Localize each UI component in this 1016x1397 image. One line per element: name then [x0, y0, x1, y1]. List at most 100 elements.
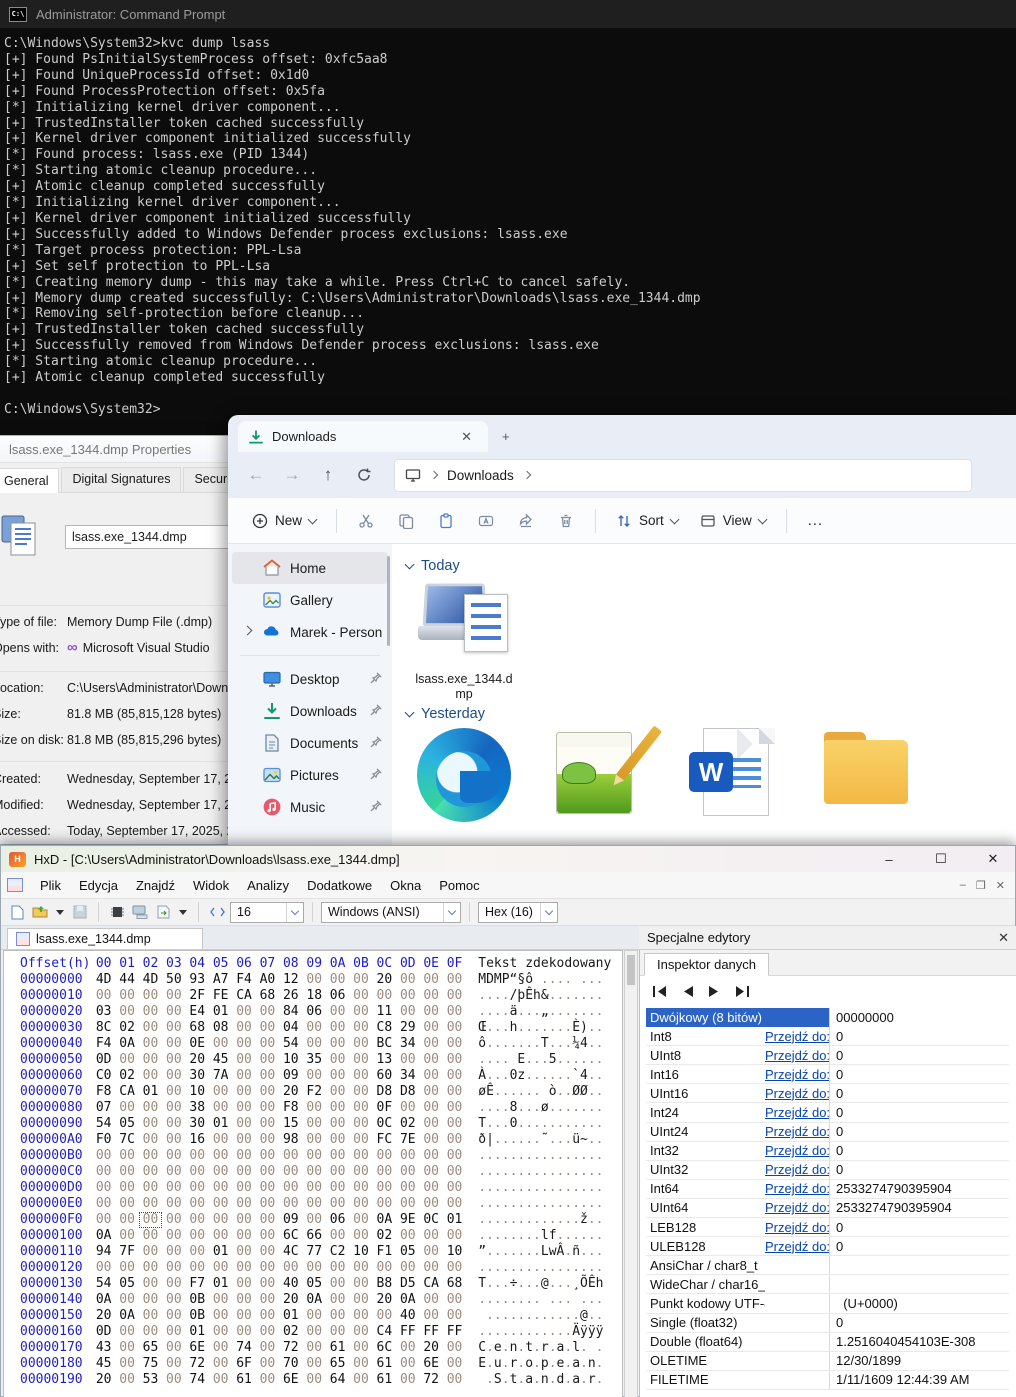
file-tile-lsass.exe_1344.dmp[interactable]: lsass.exe_1344.dmp	[410, 580, 518, 702]
mdi-restore-button[interactable]: ❐	[976, 879, 986, 892]
ram-button[interactable]	[107, 903, 127, 921]
hex-row[interactable]: 000001804500750072006F007000650061006E00…	[4, 1356, 622, 1372]
sidebar-item-pictures[interactable]: Pictures	[232, 759, 388, 791]
address-bar[interactable]: Downloads	[394, 459, 972, 492]
inspector-row-int16[interactable]: Int16Przejdź do:0	[646, 1065, 1009, 1084]
hex-row[interactable]: 000000308C0200006808000004000000C8290000…	[4, 1020, 622, 1036]
rename-button[interactable]	[467, 504, 505, 538]
file-tile[interactable]: W	[678, 728, 786, 822]
hex-row[interactable]: 0000012000000000000000000000000000000000…	[4, 1260, 622, 1276]
menu-item-widok[interactable]: Widok	[184, 874, 238, 897]
cut-button[interactable]	[347, 504, 385, 538]
inspector-row-single-float32-[interactable]: Single (float32)0	[646, 1314, 1009, 1333]
file-tile[interactable]	[812, 728, 920, 822]
inspector-row-uint32[interactable]: UInt32Przejdź do:0	[646, 1161, 1009, 1180]
new-tab-button[interactable]: +	[488, 421, 524, 452]
hex-row[interactable]: 000000C000000000000000000000000000000000…	[4, 1164, 622, 1180]
close-button[interactable]: ✕	[971, 851, 1015, 867]
hex-row[interactable]: 000001400A0000000B000000200A0000200A0000…	[4, 1292, 622, 1308]
inspector-row-int32[interactable]: Int32Przejdź do:0	[646, 1142, 1009, 1161]
menu-item-pomoc[interactable]: Pomoc	[430, 874, 488, 897]
export-button[interactable]	[153, 903, 173, 921]
tab-data-inspector[interactable]: Inspektor danych	[644, 953, 769, 976]
inspector-row-uint64[interactable]: UInt64Przejdź do:2533274790395904	[646, 1199, 1009, 1218]
menu-item-edycja[interactable]: Edycja	[70, 874, 127, 897]
open-file-button[interactable]	[30, 903, 50, 921]
group-header-yesterday[interactable]: Yesterday	[406, 706, 1016, 722]
inspector-row-leb128[interactable]: LEB128Przejdź do:0	[646, 1218, 1009, 1237]
mdi-minimize-button[interactable]: –	[960, 879, 966, 892]
inspector-row-uint16[interactable]: UInt16Przejdź do:0	[646, 1084, 1009, 1103]
hex-row[interactable]: 000000F00000000000000000090006000A9E0C01…	[4, 1212, 622, 1228]
goto-link[interactable]: Przejdź do:	[765, 1048, 829, 1063]
sort-button[interactable]: Sort	[606, 506, 688, 536]
goto-link[interactable]: Przejdź do:	[765, 1220, 829, 1235]
copy-button[interactable]	[387, 504, 425, 538]
sidebar-item-documents[interactable]: Documents	[232, 727, 388, 759]
goto-link[interactable]: Przejdź do:	[765, 1086, 829, 1101]
inspector-row-uleb128[interactable]: ULEB128Przejdź do:0	[646, 1237, 1009, 1256]
hex-row[interactable]: 000000D000000000000000000000000000000000…	[4, 1180, 622, 1196]
hex-row[interactable]: 000000A0F07C00001600000098000000FC7E0000…	[4, 1132, 622, 1148]
hex-row[interactable]: 000001600D0000000100000002000000C4FFFFFF…	[4, 1324, 622, 1340]
cmd-titlebar[interactable]: C:\ Administrator: Command Prompt	[0, 0, 1016, 28]
menu-item-dodatkowe[interactable]: Dodatkowe	[298, 874, 381, 897]
charset-combo[interactable]: Windows (ANSI)	[321, 902, 461, 923]
first-button[interactable]	[652, 985, 668, 998]
share-button[interactable]	[507, 504, 545, 538]
hex-row[interactable]: 00000040F40A00000E00000054000000BC340000…	[4, 1036, 622, 1052]
menu-item-analizy[interactable]: Analizy	[238, 874, 298, 897]
save-button[interactable]	[70, 903, 90, 921]
file-tile[interactable]	[544, 728, 652, 822]
goto-link[interactable]: Przejdź do:	[765, 1200, 829, 1215]
hex-row[interactable]: 000000004D444D5093A7F4A01200000020000000…	[4, 972, 622, 988]
sidebar-scrollbar[interactable]	[387, 556, 390, 646]
up-button[interactable]: ↑	[312, 459, 344, 491]
hex-row[interactable]: 00000170430065006E007400720061006C002000…	[4, 1340, 622, 1356]
previous-button[interactable]	[682, 985, 694, 998]
inspector-row-int64[interactable]: Int64Przejdź do:2533274790395904	[646, 1180, 1009, 1199]
refresh-button[interactable]	[348, 459, 380, 491]
menu-item-znajdź[interactable]: Znajdź	[127, 874, 184, 897]
doc-tab[interactable]: lsass.exe_1344.dmp	[7, 928, 203, 949]
inspector-row-int8[interactable]: Int8Przejdź do:0	[646, 1027, 1009, 1046]
hex-row[interactable]: 0000002003000000E40100008406000011000000…	[4, 1004, 622, 1020]
goto-link[interactable]: Przejdź do:	[765, 1067, 829, 1082]
inspector-row-int24[interactable]: Int24Przejdź do:0	[646, 1103, 1009, 1122]
hex-row[interactable]: 0000019020005300740061006E00640061007200…	[4, 1372, 622, 1388]
goto-link[interactable]: Przejdź do:	[765, 1029, 829, 1044]
goto-link[interactable]: Przejdź do:	[765, 1105, 829, 1120]
goto-link[interactable]: Przejdź do:	[765, 1181, 829, 1196]
minimize-button[interactable]: –	[867, 852, 911, 867]
group-header-today[interactable]: Today	[406, 558, 1016, 574]
properties-tab-general[interactable]: General	[0, 468, 59, 493]
sidebar-item-desktop[interactable]: Desktop	[232, 663, 388, 695]
hex-row[interactable]: 00000110947F0000000100004C77C210F1050010…	[4, 1244, 622, 1260]
hex-row[interactable]: 000000800700000038000000F80000000F000000…	[4, 1100, 622, 1116]
panel-close-icon[interactable]: ✕	[998, 930, 1009, 946]
sidebar-item-home[interactable]: Home	[232, 552, 388, 584]
next-button[interactable]	[708, 985, 720, 998]
mdi-close-button[interactable]: ✕	[996, 879, 1005, 892]
properties-tab-digital-signatures[interactable]: Digital Signatures	[61, 467, 181, 492]
hex-row[interactable]: 0000013054050000F701000040050000B8D5CA68…	[4, 1276, 622, 1292]
inspector-row-oletime[interactable]: OLETIME12/30/1899	[646, 1352, 1009, 1371]
file-tile[interactable]	[410, 728, 518, 822]
forward-button[interactable]: →	[276, 459, 308, 491]
menu-item-plik[interactable]: Plik	[31, 874, 70, 897]
hex-scrollbar-thumb[interactable]	[627, 955, 635, 985]
paste-button[interactable]	[427, 504, 465, 538]
bytes-per-row-combo[interactable]: 16	[230, 902, 304, 923]
inspector-row-punkt-kodowy-utf-8[interactable]: Punkt kodowy UTF-8 (U+0000)	[646, 1294, 1009, 1313]
hex-row[interactable]: 00000150200A00000B0000000100000000400000…	[4, 1308, 622, 1324]
goto-link[interactable]: Przejdź do:	[765, 1162, 829, 1177]
inspector-row-uint8[interactable]: UInt8Przejdź do:0	[646, 1046, 1009, 1065]
tab-close-icon[interactable]: ✕	[455, 429, 478, 445]
inspector-row-widechar-char16-t[interactable]: WideChar / char16_t	[646, 1275, 1009, 1294]
explorer-tab-downloads[interactable]: Downloads ✕	[238, 421, 488, 452]
inspector-row-dw-jkowy-8-bit-w-[interactable]: Dwójkowy (8 bitów)00000000	[646, 1008, 1009, 1027]
inspector-row-double-float64-[interactable]: Double (float64)1.2516040454103E-308	[646, 1333, 1009, 1352]
disk-button[interactable]	[130, 903, 150, 921]
view-button[interactable]: View	[690, 506, 776, 536]
hex-row[interactable]: 000000B000000000000000000000000000000000…	[4, 1148, 622, 1164]
